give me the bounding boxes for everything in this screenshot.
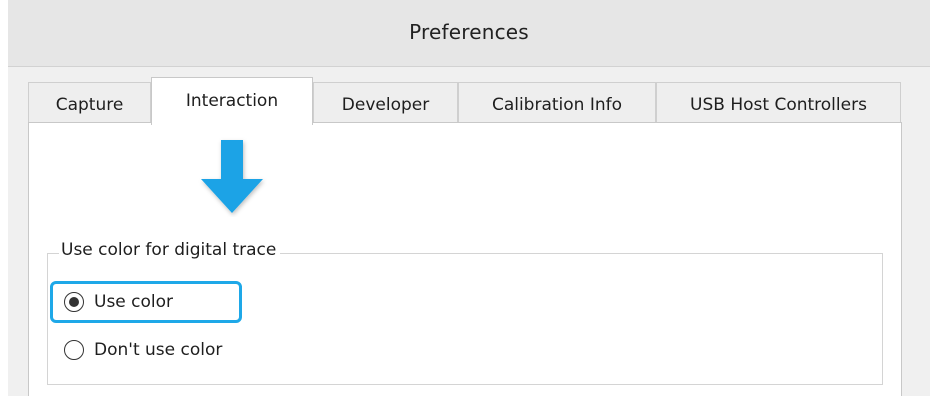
preferences-window: Preferences Capture Interaction Develope… [0,0,930,396]
tab-usb-host-controllers[interactable]: USB Host Controllers [656,82,901,122]
digital-trace-color-group [47,253,883,385]
tab-calibration-info[interactable]: Calibration Info [458,82,656,122]
group-legend: Use color for digital trace [59,240,281,260]
left-edge [0,0,8,396]
tab-capture[interactable]: Capture [28,82,151,122]
window-title: Preferences [409,20,529,44]
dont-use-color-option[interactable]: Don't use color [64,337,222,363]
tab-interaction[interactable]: Interaction [151,77,313,125]
title-bar: Preferences [8,0,930,67]
dont-use-color-radio[interactable] [64,340,84,360]
use-color-label: Use color [94,292,174,312]
use-color-radio[interactable] [64,292,84,312]
down-arrow-icon [201,140,263,213]
dont-use-color-label: Don't use color [94,340,223,360]
tab-developer[interactable]: Developer [313,82,458,122]
use-color-option[interactable]: Use color [64,289,173,315]
